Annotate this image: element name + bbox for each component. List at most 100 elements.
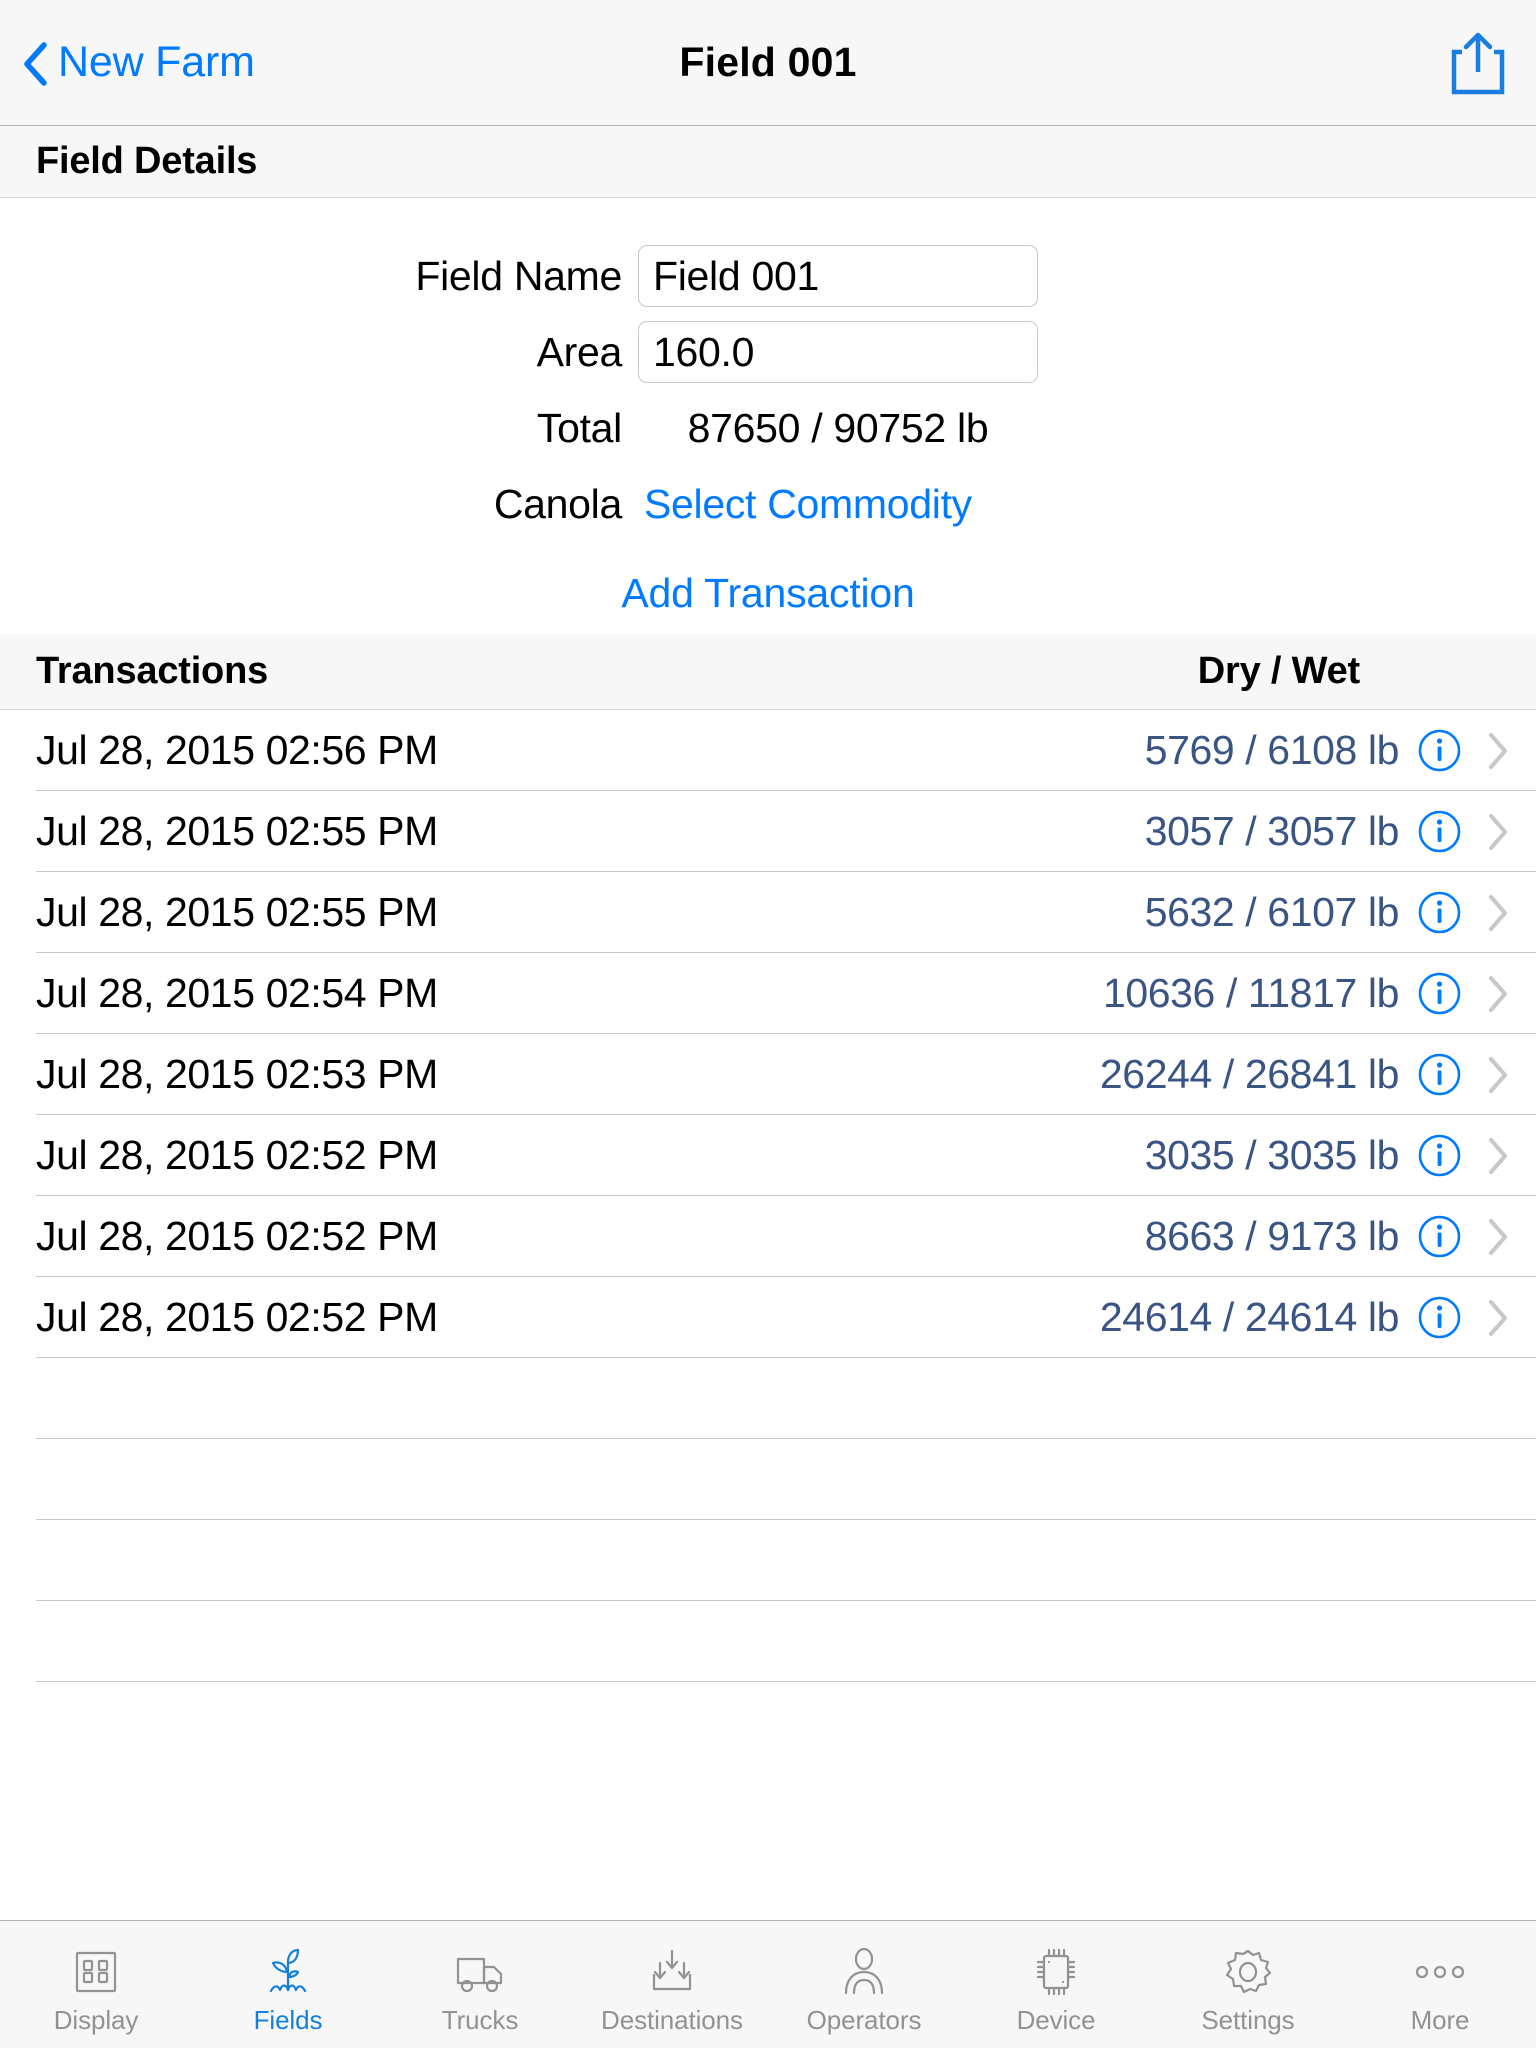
transaction-right-group: 3057 / 3057 lb — [1145, 808, 1510, 855]
tab-label: Fields — [253, 2004, 323, 2035]
dry-wet-column-header: Dry / Wet — [1197, 650, 1360, 692]
field-details-header-label: Field Details — [36, 140, 258, 182]
select-commodity-button[interactable]: Select Commodity — [638, 481, 972, 528]
transaction-dry-wet-value: 10636 / 11817 lb — [1102, 970, 1399, 1016]
info-circle-icon[interactable] — [1418, 1134, 1461, 1177]
tab-label: Settings — [1201, 2004, 1295, 2035]
tab-fields[interactable]: Fields — [192, 1921, 384, 2048]
tab-destinations[interactable]: Destinations — [576, 1921, 768, 2048]
field-details-form: Field Name Area Total 87650 / 90752 lb C… — [0, 198, 1536, 634]
truck-icon — [449, 1943, 511, 2001]
transaction-row-placeholder — [0, 1439, 1536, 1520]
transactions-list[interactable]: Jul 28, 2015 02:56 PM 5769 / 6108 lb Jul 2… — [0, 710, 1536, 1920]
info-circle-icon[interactable] — [1418, 810, 1461, 853]
transaction-date: Jul 28, 2015 02:52 PM — [36, 1213, 438, 1259]
transaction-row[interactable]: Jul 28, 2015 02:55 PM 3057 / 3057 lb — [0, 791, 1536, 872]
info-circle-icon[interactable] — [1418, 891, 1461, 934]
transaction-row[interactable]: Jul 28, 2015 02:53 PM 26244 / 26841 lb — [0, 1034, 1536, 1115]
tab-settings[interactable]: Settings — [1152, 1921, 1344, 2048]
tab-operators[interactable]: Operators — [768, 1921, 960, 2048]
area-row: Area — [0, 314, 1536, 390]
commodity-row: Canola Select Commodity — [0, 466, 1536, 542]
tab-trucks[interactable]: Trucks — [384, 1921, 576, 2048]
transaction-right-group: 24614 / 24614 lb — [1100, 1294, 1510, 1341]
transaction-dry-wet-value: 8663 / 9173 lb — [1144, 1213, 1400, 1259]
transaction-row[interactable]: Jul 28, 2015 02:52 PM 8663 / 9173 lb — [0, 1196, 1536, 1277]
info-circle-icon[interactable] — [1418, 1053, 1461, 1096]
transaction-dry-wet-value: 5632 / 6107 lb — [1144, 889, 1400, 935]
tab-label: Device — [1016, 2004, 1096, 2035]
chevron-right-icon — [1486, 1298, 1510, 1338]
tab-bar: Display Fields Trucks Destinations Operators… — [0, 1920, 1536, 2048]
chevron-right-icon — [1486, 1217, 1510, 1257]
transaction-date: Jul 28, 2015 02:55 PM — [36, 889, 438, 935]
chip-icon — [1025, 1943, 1087, 2001]
transaction-dry-wet-value: 5769 / 6108 lb — [1144, 727, 1400, 773]
tab-label: Operators — [806, 2004, 922, 2035]
back-button-label: New Farm — [58, 38, 255, 86]
transaction-row[interactable]: Jul 28, 2015 02:54 PM 10636 / 11817 lb — [0, 953, 1536, 1034]
chevron-right-icon — [1486, 1055, 1510, 1095]
info-circle-icon[interactable] — [1418, 972, 1461, 1015]
info-circle-icon[interactable] — [1418, 1296, 1461, 1339]
ellipsis-icon — [1409, 1943, 1471, 2001]
add-transaction-row: Add Transaction — [0, 552, 1536, 634]
back-button[interactable]: New Farm — [22, 38, 255, 87]
transaction-dry-wet-value: 3035 / 3035 lb — [1144, 1132, 1400, 1178]
transaction-row-placeholder — [0, 1520, 1536, 1601]
seven-segment-display-icon — [65, 1943, 127, 2001]
transaction-right-group: 5769 / 6108 lb — [1145, 727, 1510, 774]
field-details-section-header: Field Details — [0, 126, 1536, 198]
add-transaction-button[interactable]: Add Transaction — [621, 570, 914, 617]
info-circle-icon[interactable] — [1418, 1215, 1461, 1258]
transactions-section-header: Transactions Dry / Wet — [0, 634, 1536, 710]
transaction-dry-wet-value: 24614 / 24614 lb — [1099, 1294, 1400, 1340]
transaction-row[interactable]: Jul 28, 2015 02:56 PM 5769 / 6108 lb — [0, 710, 1536, 791]
transaction-dry-wet-value: 3057 / 3057 lb — [1144, 808, 1400, 854]
area-input[interactable] — [638, 321, 1038, 383]
transaction-date: Jul 28, 2015 02:56 PM — [36, 727, 438, 773]
gear-icon — [1217, 1943, 1279, 2001]
tab-display[interactable]: Display — [0, 1921, 192, 2048]
tab-label: More — [1410, 2004, 1470, 2035]
transaction-row-placeholder — [0, 1601, 1536, 1682]
transaction-row[interactable]: Jul 28, 2015 02:55 PM 5632 / 6107 lb — [0, 872, 1536, 953]
field-name-row: Field Name — [0, 238, 1536, 314]
arrows-into-bin-icon — [641, 1943, 703, 2001]
transaction-right-group: 5632 / 6107 lb — [1145, 889, 1510, 936]
transaction-dry-wet-value: 26244 / 26841 lb — [1099, 1051, 1400, 1097]
chevron-right-icon — [1486, 893, 1510, 933]
transaction-row[interactable]: Jul 28, 2015 02:52 PM 24614 / 24614 lb — [0, 1277, 1536, 1358]
share-icon[interactable] — [1448, 28, 1508, 98]
total-row: Total 87650 / 90752 lb — [0, 390, 1536, 466]
tab-device[interactable]: Device — [960, 1921, 1152, 2048]
chevron-left-icon — [22, 41, 48, 86]
transaction-date: Jul 28, 2015 02:52 PM — [36, 1132, 438, 1178]
transaction-date: Jul 28, 2015 02:53 PM — [36, 1051, 438, 1097]
transaction-right-group: 8663 / 9173 lb — [1145, 1213, 1510, 1260]
total-label: Total — [536, 404, 622, 451]
chevron-right-icon — [1486, 731, 1510, 771]
tab-label: Display — [53, 2004, 139, 2035]
navigation-bar: New Farm Field 001 — [0, 0, 1536, 126]
field-name-input[interactable] — [638, 245, 1038, 307]
plant-sprout-icon — [257, 1943, 319, 2001]
chevron-right-icon — [1486, 974, 1510, 1014]
transaction-right-group: 10636 / 11817 lb — [1103, 970, 1510, 1017]
transaction-date: Jul 28, 2015 02:54 PM — [36, 970, 438, 1016]
tab-label: Trucks — [441, 2004, 519, 2035]
transaction-row-placeholder — [0, 1358, 1536, 1439]
area-label: Area — [536, 328, 623, 375]
person-icon — [833, 1943, 895, 2001]
transaction-row[interactable]: Jul 28, 2015 02:52 PM 3035 / 3035 lb — [0, 1115, 1536, 1196]
tab-more[interactable]: More — [1344, 1921, 1536, 2048]
chevron-right-icon — [1486, 1136, 1510, 1176]
transaction-right-group: 3035 / 3035 lb — [1145, 1132, 1510, 1179]
chevron-right-icon — [1486, 812, 1510, 852]
info-circle-icon[interactable] — [1418, 729, 1461, 772]
transactions-header-label: Transactions — [36, 650, 269, 692]
app-root: New Farm Field 001 Field Details Field N… — [0, 0, 1536, 2048]
total-value: 87650 / 90752 lb — [687, 404, 989, 451]
transaction-date: Jul 28, 2015 02:55 PM — [36, 808, 438, 854]
field-name-label: Field Name — [415, 252, 622, 299]
